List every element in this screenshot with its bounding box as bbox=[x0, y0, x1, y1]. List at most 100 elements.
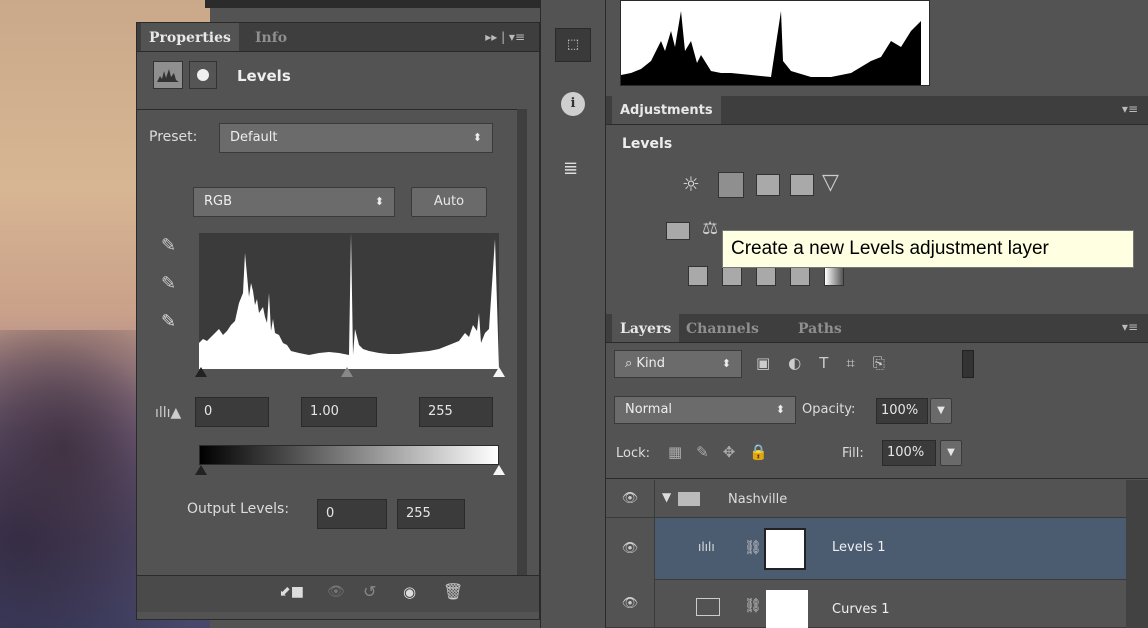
curves-layer-icon bbox=[696, 598, 720, 616]
opacity-label: Opacity: bbox=[802, 402, 856, 417]
color-balance-icon[interactable]: ⚖ bbox=[702, 218, 718, 239]
group-expand-icon[interactable]: ▼ bbox=[662, 490, 671, 504]
layers-scrollbar[interactable] bbox=[1126, 480, 1148, 628]
tab-info[interactable]: Info bbox=[247, 23, 295, 51]
trash-icon[interactable]: 🗑 bbox=[443, 582, 463, 601]
layers-tabbar: Layers Channels Paths ▾≡ bbox=[606, 314, 1148, 343]
visibility-eye-icon[interactable]: 👁 bbox=[606, 518, 655, 580]
input-gamma-slider[interactable] bbox=[341, 367, 353, 377]
selective-color-icon[interactable] bbox=[790, 266, 810, 286]
properties-footer: ⬋■ 👁 ↺ ◉ 🗑 bbox=[137, 576, 539, 612]
3d-panel-icon[interactable]: ⬚ bbox=[555, 28, 591, 62]
filter-toggle[interactable] bbox=[962, 350, 974, 378]
opacity-dropdown-button[interactable]: ▼ bbox=[930, 398, 952, 424]
layer-row[interactable]: 👁 ⛓ Curves 1 bbox=[606, 580, 1126, 628]
input-white-slider[interactable] bbox=[493, 367, 505, 377]
panel-menu-icon[interactable]: ▾≡ bbox=[1122, 320, 1138, 334]
blend-mode-dropdown[interactable]: Normal ⬍ bbox=[614, 396, 796, 424]
layer-mask-thumbnail[interactable] bbox=[766, 590, 808, 628]
fill-field[interactable]: 100% bbox=[882, 440, 936, 466]
filter-kind-dropdown[interactable]: ⌕ Kind ⬍ bbox=[614, 350, 742, 378]
output-white-field[interactable]: 255 bbox=[397, 499, 465, 529]
properties-tabbar: Properties Info ▸▸ | ▾≡ bbox=[137, 23, 539, 52]
info-icon[interactable]: i bbox=[561, 92, 585, 116]
layer-row-group[interactable]: 👁 ▼ Nashville bbox=[606, 480, 1126, 518]
fill-dropdown-button[interactable]: ▼ bbox=[940, 440, 962, 466]
gray-point-eyedropper-icon[interactable]: ✎ bbox=[161, 273, 176, 294]
levels-adjustment-icon bbox=[153, 61, 183, 89]
output-levels-label: Output Levels: bbox=[187, 501, 290, 517]
clip-to-layer-icon[interactable]: ⬋■ bbox=[279, 584, 304, 600]
white-point-eyedropper-icon[interactable]: ✎ bbox=[161, 311, 176, 332]
visibility-eye-icon[interactable]: 👁 bbox=[606, 580, 655, 628]
brightness-contrast-icon[interactable]: ☼ bbox=[682, 172, 700, 196]
link-icon[interactable]: ⛓ bbox=[744, 540, 762, 556]
layer-mask-thumbnail[interactable] bbox=[764, 528, 806, 570]
panel-icon-strip: ⬚ i ≣ bbox=[540, 0, 606, 628]
reset-icon[interactable]: ↺ bbox=[363, 582, 376, 601]
channel-value: RGB bbox=[204, 194, 233, 209]
adjustments-tabbar: Adjustments ▾≡ bbox=[606, 96, 1148, 125]
panel-menu-icon[interactable]: ▾≡ bbox=[1122, 102, 1138, 116]
hue-saturation-icon[interactable] bbox=[666, 222, 690, 240]
posterize-icon[interactable] bbox=[722, 266, 742, 286]
lock-label: Lock: bbox=[616, 446, 651, 461]
output-black-slider[interactable] bbox=[195, 465, 207, 475]
preset-value: Default bbox=[230, 130, 278, 145]
exposure-icon[interactable] bbox=[790, 174, 814, 196]
chevron-updown-icon: ⬍ bbox=[721, 357, 731, 370]
histogram bbox=[199, 233, 499, 369]
input-black-field[interactable]: 0 bbox=[195, 397, 269, 427]
gradient-map-icon[interactable] bbox=[824, 266, 844, 286]
curves-icon[interactable] bbox=[756, 174, 780, 196]
threshold-icon[interactable] bbox=[756, 266, 776, 286]
layer-name: Levels 1 bbox=[832, 540, 886, 555]
properties-scrollbar[interactable] bbox=[517, 109, 527, 575]
opacity-field[interactable]: 100% bbox=[876, 398, 928, 424]
lock-icons[interactable]: ▦✎✥🔒 bbox=[668, 443, 782, 461]
tab-adjustments[interactable]: Adjustments bbox=[612, 96, 721, 124]
folder-icon bbox=[678, 492, 700, 506]
input-black-slider[interactable] bbox=[195, 367, 207, 377]
chevron-updown-icon: ⬍ bbox=[374, 195, 384, 208]
histogram-thumbnail bbox=[620, 0, 930, 86]
chevron-updown-icon: ⬍ bbox=[775, 403, 785, 416]
levels-layer-icon: ılılı bbox=[698, 540, 715, 554]
chevron-updown-icon: ⬍ bbox=[472, 131, 482, 144]
layer-row-selected[interactable]: 👁 ılılı ⛓ Levels 1 bbox=[606, 518, 1126, 580]
mask-icon[interactable] bbox=[189, 61, 217, 89]
adjustments-heading: Levels bbox=[622, 136, 673, 152]
vibrance-icon[interactable]: ▽ bbox=[822, 170, 839, 195]
fill-label: Fill: bbox=[842, 446, 864, 461]
top-dark-strip bbox=[205, 0, 540, 8]
visibility-icon[interactable]: ◉ bbox=[403, 583, 416, 601]
histogram-graph bbox=[199, 233, 499, 369]
layer-name: Curves 1 bbox=[832, 602, 890, 617]
output-black-field[interactable]: 0 bbox=[317, 499, 387, 529]
black-point-eyedropper-icon[interactable]: ✎ bbox=[161, 235, 176, 256]
invert-icon[interactable] bbox=[688, 266, 708, 286]
tab-properties[interactable]: Properties bbox=[141, 23, 239, 51]
tab-channels[interactable]: Channels bbox=[678, 314, 767, 342]
visibility-eye-icon[interactable]: 👁 bbox=[606, 480, 655, 518]
filter-kind-value: Kind bbox=[636, 356, 666, 371]
tab-paths[interactable]: Paths bbox=[790, 314, 850, 342]
auto-button[interactable]: Auto bbox=[411, 187, 487, 217]
input-gamma-field[interactable]: 1.00 bbox=[301, 397, 377, 427]
panel-title: Levels bbox=[237, 67, 291, 85]
preset-dropdown[interactable]: Default ⬍ bbox=[219, 123, 493, 153]
calculate-histogram-icon[interactable]: ıllı▲ bbox=[155, 405, 181, 421]
panel-collapse-icon[interactable]: ▸▸ | ▾≡ bbox=[485, 30, 525, 44]
input-white-field[interactable]: 255 bbox=[419, 397, 493, 427]
link-icon[interactable]: ⛓ bbox=[744, 598, 762, 614]
filter-type-icons[interactable]: ▣◐T⌗⎘ bbox=[756, 354, 903, 372]
tab-layers[interactable]: Layers bbox=[612, 314, 680, 342]
properties-panel: Properties Info ▸▸ | ▾≡ Levels Preset: D… bbox=[136, 22, 540, 620]
view-previous-state-icon[interactable]: 👁 bbox=[327, 584, 345, 600]
output-white-slider[interactable] bbox=[493, 465, 505, 475]
channel-dropdown[interactable]: RGB ⬍ bbox=[193, 187, 395, 217]
layer-name: Nashville bbox=[728, 492, 788, 507]
properties-panel-icon[interactable]: ≣ bbox=[563, 158, 578, 179]
levels-icon[interactable] bbox=[718, 172, 744, 198]
preset-label: Preset: bbox=[149, 129, 198, 145]
